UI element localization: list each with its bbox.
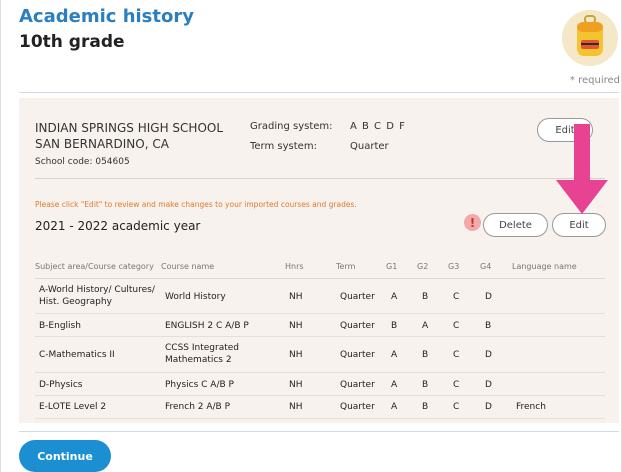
top-divider — [19, 92, 619, 93]
cell-g2: B — [422, 380, 429, 390]
cell-term: Quarter — [340, 380, 375, 390]
cell-term: Quarter — [340, 321, 375, 331]
edit-notice: Please click "Edit" to review and make c… — [35, 200, 357, 209]
cell-g3: C — [453, 350, 460, 360]
cell-course: French 2 A/B P — [165, 402, 231, 412]
school-code: School code: 054605 — [35, 157, 130, 167]
table-row: D-Physics Physics C A/B P NH Quarter A B… — [35, 373, 605, 396]
cell-subject: B-English — [39, 321, 81, 331]
table-row: A-World History/ Cultures/ Hist. Geograp… — [35, 279, 605, 314]
down-arrow-icon — [556, 124, 608, 218]
column-header-g3: G3 — [448, 262, 460, 271]
card-divider — [35, 178, 605, 179]
backpack-icon — [562, 10, 618, 66]
warning-icon: ! — [464, 214, 481, 231]
page-title: Academic history — [19, 6, 194, 27]
cell-term: Quarter — [340, 350, 375, 360]
cell-honors: NH — [289, 380, 303, 390]
cell-g3: C — [453, 402, 460, 412]
column-header-g1: G1 — [386, 262, 398, 271]
cell-g2: B — [422, 350, 429, 360]
cell-subject: A-World History/ Cultures/ Hist. Geograp… — [39, 285, 155, 307]
page-subtitle: 10th grade — [19, 32, 125, 52]
cell-course: Physics C A/B P — [165, 380, 234, 390]
cell-honors: NH — [289, 321, 303, 331]
required-note: * required — [569, 75, 620, 86]
cell-term: Quarter — [340, 292, 375, 302]
cell-g2: A — [422, 321, 429, 331]
cell-honors: NH — [289, 292, 303, 302]
table-row: E-LOTE Level 2 French 2 A/B P NH Quarter… — [35, 396, 605, 419]
cell-g4: D — [485, 292, 492, 302]
cell-g4: D — [485, 350, 492, 360]
column-header-honors: Hnrs — [285, 262, 304, 271]
cell-g1: A — [391, 292, 398, 302]
column-header-language: Language name — [512, 262, 577, 271]
grading-system-label: Grading system: — [250, 121, 333, 132]
cell-g4: D — [485, 402, 492, 412]
cell-g4: B — [485, 321, 492, 331]
column-header-g4: G4 — [480, 262, 492, 271]
school-card: INDIAN SPRINGS HIGH SCHOOL SAN BERNARDIN… — [19, 98, 619, 423]
cell-g1: B — [391, 321, 398, 331]
cell-honors: NH — [289, 402, 303, 412]
school-name: INDIAN SPRINGS HIGH SCHOOL — [35, 121, 224, 135]
cell-subject: D-Physics — [39, 380, 83, 390]
bottom-divider — [19, 431, 619, 432]
cell-course: World History — [165, 292, 226, 302]
term-system-label: Term system: — [250, 141, 317, 152]
continue-button[interactable]: Continue — [19, 440, 111, 472]
cell-g2: B — [422, 292, 429, 302]
column-header-subject: Subject area/Course category — [35, 262, 154, 271]
cell-honors: NH — [289, 350, 303, 360]
cell-g3: C — [453, 321, 460, 331]
cell-course: CCSS Integrated Mathematics 2 — [165, 343, 239, 365]
cell-g3: C — [453, 380, 460, 390]
cell-g3: C — [453, 292, 460, 302]
table-row: B-English ENGLISH 2 C A/B P NH Quarter B… — [35, 314, 605, 337]
column-header-g2: G2 — [417, 262, 429, 271]
cell-language: French — [516, 402, 546, 412]
cell-g1: A — [391, 380, 398, 390]
cell-subject: C-Mathematics II — [39, 350, 115, 360]
cell-g1: A — [391, 402, 398, 412]
grading-system-value: A B C D F — [350, 121, 406, 132]
delete-year-button[interactable]: Delete — [483, 213, 548, 237]
academic-year-title: 2021 - 2022 academic year — [35, 219, 201, 233]
term-system-value: Quarter — [350, 141, 389, 152]
table-row: C-Mathematics II CCSS Integrated Mathema… — [35, 337, 605, 373]
cell-g2: B — [422, 402, 429, 412]
column-header-course: Course name — [161, 262, 215, 271]
column-header-term: Term — [336, 262, 356, 271]
cell-course: ENGLISH 2 C A/B P — [165, 321, 249, 331]
cell-subject: E-LOTE Level 2 — [39, 402, 107, 412]
school-city: SAN BERNARDINO, CA — [35, 137, 169, 151]
cell-g1: A — [391, 350, 398, 360]
cell-term: Quarter — [340, 402, 375, 412]
cell-g4: D — [485, 380, 492, 390]
